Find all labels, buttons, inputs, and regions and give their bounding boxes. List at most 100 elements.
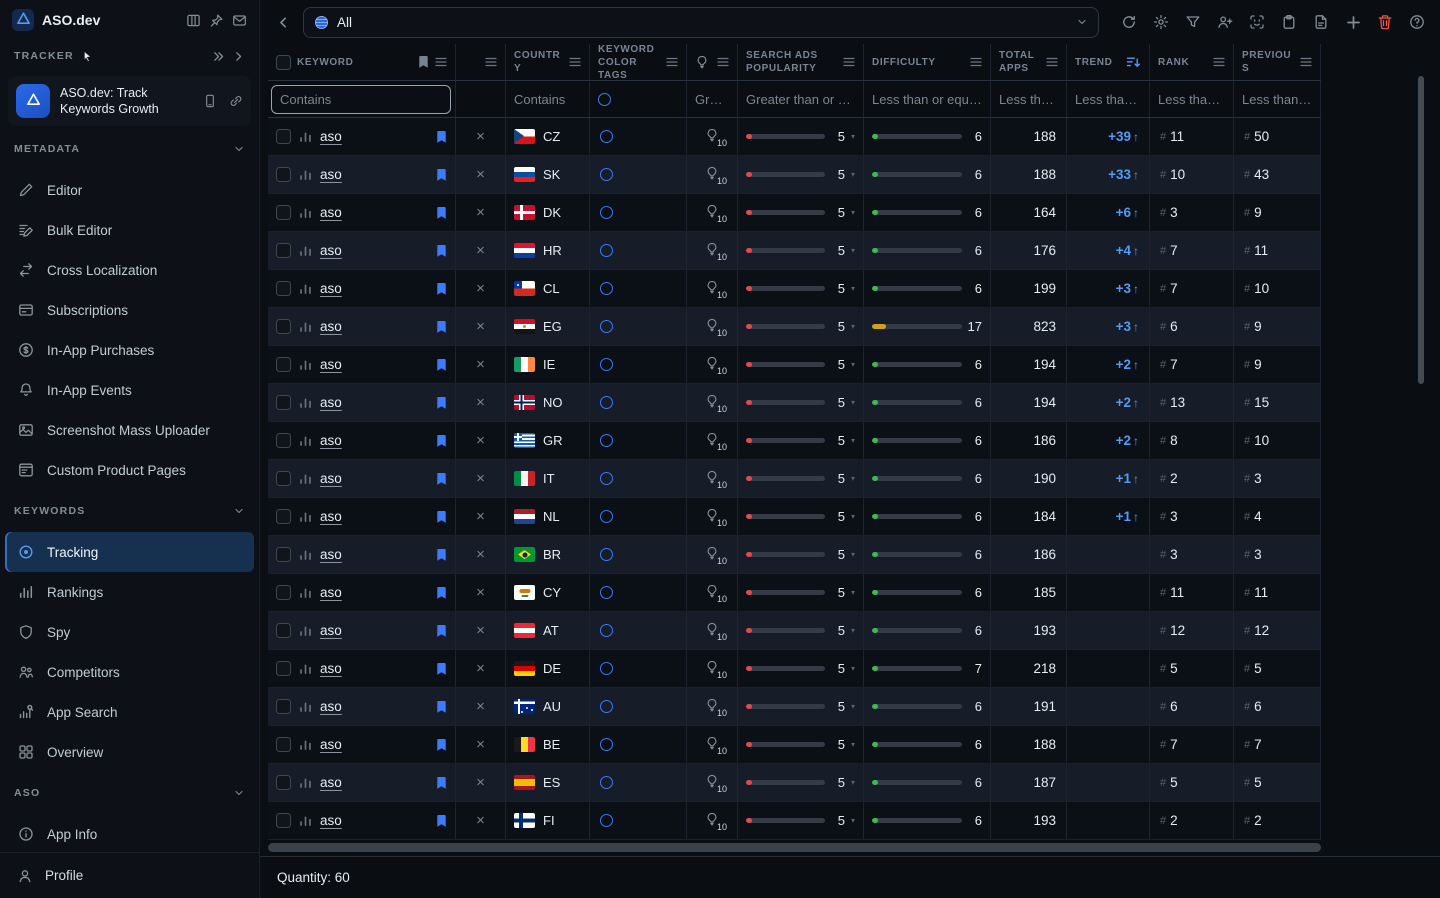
bookmark-icon[interactable] <box>436 586 447 600</box>
popularity-bulb-icon[interactable]: 10 <box>705 546 719 563</box>
column-header-popularity[interactable] <box>687 44 738 80</box>
device-phone-icon[interactable] <box>203 94 217 108</box>
bookmark-icon[interactable] <box>436 814 447 828</box>
chevron-right-icon[interactable] <box>232 50 245 63</box>
document-edit-button[interactable] <box>1311 12 1331 32</box>
row-checkbox[interactable] <box>276 243 291 258</box>
chart-icon[interactable] <box>299 472 312 485</box>
row-checkbox[interactable] <box>276 433 291 448</box>
popularity-bulb-icon[interactable]: 10 <box>705 698 719 715</box>
bookmark-icon[interactable] <box>436 206 447 220</box>
row-checkbox[interactable] <box>276 623 291 638</box>
remove-keyword-icon[interactable]: × <box>476 242 485 259</box>
color-tag-icon[interactable] <box>600 472 613 485</box>
sidebar-item-in-app-events[interactable]: In-App Events <box>5 370 254 410</box>
popularity-bulb-icon[interactable]: 10 <box>705 660 719 677</box>
keyword-link[interactable]: aso <box>320 623 342 638</box>
column-header-search-ads-popularity[interactable]: SEARCH ADS POPULARITY <box>738 44 864 80</box>
row-checkbox[interactable] <box>276 509 291 524</box>
row-checkbox[interactable] <box>276 129 291 144</box>
column-menu-icon[interactable] <box>843 57 855 67</box>
remove-keyword-icon[interactable]: × <box>476 204 485 221</box>
sidebar-item-spy[interactable]: Spy <box>5 612 254 652</box>
chart-icon[interactable] <box>299 320 312 333</box>
popularity-bulb-icon[interactable]: 10 <box>705 280 719 297</box>
keyword-filter-input[interactable] <box>271 85 451 114</box>
chart-icon[interactable] <box>299 282 312 295</box>
column-menu-icon[interactable] <box>485 57 497 67</box>
chart-icon[interactable] <box>299 624 312 637</box>
popularity-bulb-icon[interactable]: 10 <box>705 736 719 753</box>
bookmark-icon[interactable] <box>436 130 447 144</box>
keyword-link[interactable]: aso <box>320 775 342 790</box>
column-menu-icon[interactable] <box>1300 57 1312 67</box>
column-menu-icon[interactable] <box>1046 57 1058 67</box>
chevron-down-icon[interactable] <box>233 505 245 517</box>
color-tag-icon[interactable] <box>600 548 613 561</box>
popularity-bulb-icon[interactable]: 10 <box>705 584 719 601</box>
popularity-bulb-icon[interactable]: 10 <box>705 166 719 183</box>
row-checkbox[interactable] <box>276 775 291 790</box>
section-header-aso[interactable]: ASO <box>0 772 259 814</box>
popularity-bulb-icon[interactable]: 10 <box>705 508 719 525</box>
search-ads-filter[interactable]: Greater than or equal to <box>746 92 855 107</box>
select-all-checkbox[interactable] <box>276 55 291 70</box>
remove-keyword-icon[interactable]: × <box>476 698 485 715</box>
remove-keyword-icon[interactable]: × <box>476 318 485 335</box>
row-checkbox[interactable] <box>276 737 291 752</box>
color-tag-icon[interactable] <box>600 282 613 295</box>
chart-icon[interactable] <box>299 206 312 219</box>
popularity-bulb-icon[interactable]: 10 <box>705 812 719 829</box>
bookmark-icon[interactable] <box>436 358 447 372</box>
color-tag-icon[interactable] <box>600 358 613 371</box>
popularity-bulb-icon[interactable]: 10 <box>705 622 719 639</box>
difficulty-filter[interactable]: Less than or equal to <box>872 92 982 107</box>
aso-dev-logo-icon[interactable] <box>12 9 34 31</box>
remove-keyword-icon[interactable]: × <box>476 812 485 829</box>
column-menu-icon[interactable] <box>717 57 729 67</box>
row-checkbox[interactable] <box>276 357 291 372</box>
remove-keyword-icon[interactable]: × <box>476 660 485 677</box>
trend-filter[interactable]: Less than or equal to <box>1075 92 1141 107</box>
remove-keyword-icon[interactable]: × <box>476 584 485 601</box>
bookmark-icon[interactable] <box>436 396 447 410</box>
column-header-keyword[interactable]: KEYWORD <box>268 44 456 80</box>
bookmark-icon[interactable] <box>436 624 447 638</box>
remove-keyword-icon[interactable]: × <box>476 356 485 373</box>
sidebar-item-editor[interactable]: Editor <box>5 170 254 210</box>
sidebar-item-overview[interactable]: Overview <box>5 732 254 772</box>
scan-button[interactable] <box>1247 12 1267 32</box>
keyword-link[interactable]: aso <box>320 281 342 296</box>
chevrons-right-icon[interactable] <box>212 50 225 63</box>
row-checkbox[interactable] <box>276 205 291 220</box>
back-button[interactable] <box>273 12 293 32</box>
bookmark-icon[interactable] <box>436 548 447 562</box>
country-filter[interactable]: Contains <box>514 92 565 107</box>
popularity-bulb-icon[interactable]: 10 <box>705 470 719 487</box>
row-checkbox[interactable] <box>276 167 291 182</box>
chevron-down-icon[interactable] <box>233 787 245 799</box>
vertical-scrollbar[interactable] <box>1418 76 1424 384</box>
column-header-remove[interactable] <box>456 44 506 80</box>
popularity-bulb-icon[interactable]: 10 <box>705 774 719 791</box>
chart-icon[interactable] <box>299 510 312 523</box>
color-tag-filter-icon[interactable] <box>598 93 611 106</box>
color-tag-icon[interactable] <box>600 396 613 409</box>
column-menu-icon[interactable] <box>970 57 982 67</box>
remove-keyword-icon[interactable]: × <box>476 774 485 791</box>
row-checkbox[interactable] <box>276 585 291 600</box>
bookmark-icon[interactable] <box>436 776 447 790</box>
bookmark-icon[interactable] <box>436 700 447 714</box>
keyword-link[interactable]: aso <box>320 813 342 828</box>
clipboard-button[interactable] <box>1279 12 1299 32</box>
bookmark-icon[interactable] <box>436 510 447 524</box>
bookmark-icon[interactable] <box>436 434 447 448</box>
bookmark-icon[interactable] <box>418 55 429 69</box>
chart-icon[interactable] <box>299 662 312 675</box>
chart-icon[interactable] <box>299 358 312 371</box>
column-header-country[interactable]: COUNTRY <box>506 44 590 80</box>
column-header-color-tags[interactable]: KEYWORD COLOR TAGS <box>590 44 687 80</box>
sort-descending-icon[interactable] <box>1126 56 1141 69</box>
remove-keyword-icon[interactable]: × <box>476 432 485 449</box>
tracked-app-card[interactable]: ASO.dev: Track Keywords Growth <box>8 76 251 126</box>
